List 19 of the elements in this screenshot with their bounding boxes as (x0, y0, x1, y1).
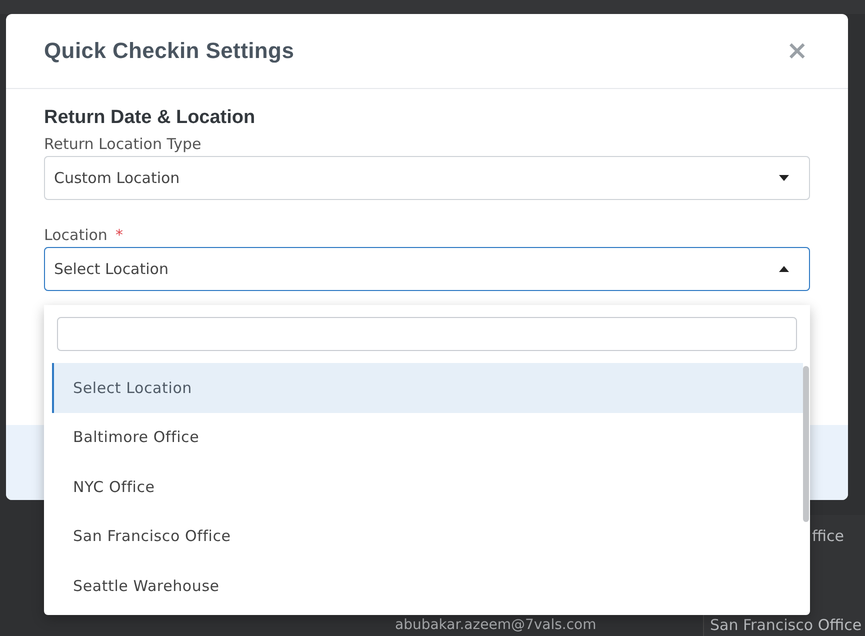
field-label: Return Location Type (44, 135, 202, 153)
select-field[interactable]: Custom Location (44, 156, 810, 200)
scrollbar[interactable] (803, 366, 809, 522)
caret-up-icon (779, 266, 789, 272)
search-field[interactable] (57, 317, 797, 351)
email-text: abubakar.azeem@7vals.com (395, 617, 596, 633)
caret-down-icon (779, 175, 789, 181)
select-field[interactable]: Select Location (44, 247, 810, 291)
required-mark: * (115, 226, 123, 244)
dialog-title: Quick Checkin Settings (44, 38, 294, 64)
dropdown-option[interactable]: Select Location (52, 363, 803, 412)
dropdown-option[interactable]: Baltimore Office (52, 412, 803, 462)
table-cell: San Francisco Office (710, 616, 862, 634)
dropdown-option[interactable]: San Francisco Office (52, 512, 803, 561)
section-heading: Return Date & Location (44, 107, 256, 129)
table-cell: ffice (812, 527, 844, 545)
dropdown-option[interactable]: Seattle Warehouse (52, 561, 803, 610)
field-label: Location (44, 226, 108, 244)
dropdown-option[interactable]: NYC Office (52, 462, 803, 512)
